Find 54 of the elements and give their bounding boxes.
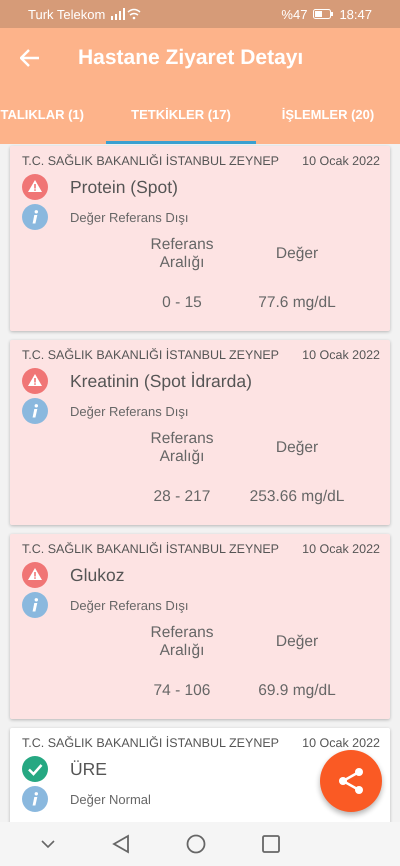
result-status: Değer Referans Dışı bbox=[70, 210, 188, 224]
test-name: Kreatinin (Spot İdrarda) bbox=[70, 370, 252, 392]
tab[interactable]: İŞLEMLER (20) bbox=[256, 88, 400, 144]
back-arrow-icon bbox=[20, 49, 40, 67]
result-status: Değer Referans Dışı bbox=[70, 404, 188, 418]
column-header: Referans Aralığı bbox=[150, 624, 214, 660]
warning-icon bbox=[22, 368, 48, 394]
info-icon bbox=[22, 204, 48, 230]
screen-title: Hastane Ziyaret Detayı bbox=[78, 46, 304, 70]
square-recents-icon bbox=[262, 835, 280, 853]
reference-range: 0 - 15 bbox=[161, 294, 203, 312]
tab[interactable]: TALIKLAR (1) bbox=[0, 88, 106, 144]
test-date: 10 Ocak 2022 bbox=[302, 542, 380, 556]
result-value: 77.6 mg/dL bbox=[257, 294, 337, 312]
info-icon bbox=[22, 592, 48, 618]
warning-icon bbox=[22, 174, 48, 200]
hospital-name: T.C. SAĞLIK BAKANLIĞI İSTANBUL ZEYNEP bbox=[22, 542, 280, 556]
hospital-name: T.C. SAĞLIK BAKANLIĞI İSTANBUL ZEYNEP bbox=[22, 154, 280, 168]
share-icon bbox=[338, 767, 364, 795]
column-header: Referans Aralığı bbox=[150, 430, 214, 466]
column-header: Değer bbox=[274, 438, 320, 458]
home-button[interactable] bbox=[186, 834, 206, 854]
back-button[interactable] bbox=[112, 834, 130, 854]
result-value: 69.9 mg/dL bbox=[257, 682, 337, 700]
column-header: Referans Aralığı bbox=[150, 236, 214, 272]
result-value: 253.66 mg/dL bbox=[248, 488, 346, 506]
test-date: 10 Ocak 2022 bbox=[302, 736, 380, 750]
info-icon bbox=[22, 786, 48, 812]
recents-button[interactable] bbox=[262, 835, 280, 853]
circle-home-icon bbox=[186, 834, 206, 854]
collapse-button[interactable] bbox=[40, 839, 56, 849]
chevron-down-icon bbox=[40, 839, 56, 849]
test-date: 10 Ocak 2022 bbox=[302, 154, 380, 168]
triangle-back-icon bbox=[112, 834, 130, 854]
check-icon bbox=[22, 756, 48, 782]
result-status: Değer Normal bbox=[70, 792, 151, 806]
reference-range: 74 - 106 bbox=[152, 682, 212, 700]
test-name: ÜRE bbox=[70, 758, 107, 780]
carrier-name: Turk Telekom bbox=[28, 6, 106, 22]
signal-icon bbox=[111, 8, 142, 20]
test-name: Glukoz bbox=[70, 564, 124, 586]
battery-icon bbox=[313, 9, 334, 19]
test-date: 10 Ocak 2022 bbox=[302, 348, 380, 362]
info-icon bbox=[22, 398, 48, 424]
battery-percent: %47 bbox=[281, 6, 308, 22]
result-status: Değer Referans Dışı bbox=[70, 598, 188, 612]
warning-icon bbox=[22, 562, 48, 588]
hospital-name: T.C. SAĞLIK BAKANLIĞI İSTANBUL ZEYNEP bbox=[22, 736, 280, 750]
column-header: Değer bbox=[274, 632, 320, 652]
column-header: Değer bbox=[274, 244, 320, 264]
hospital-name: T.C. SAĞLIK BAKANLIĞI İSTANBUL ZEYNEP bbox=[22, 348, 280, 362]
test-name: Protein (Spot) bbox=[70, 176, 178, 198]
clock-time: 18:47 bbox=[339, 6, 372, 22]
reference-range: 28 - 217 bbox=[152, 488, 212, 506]
